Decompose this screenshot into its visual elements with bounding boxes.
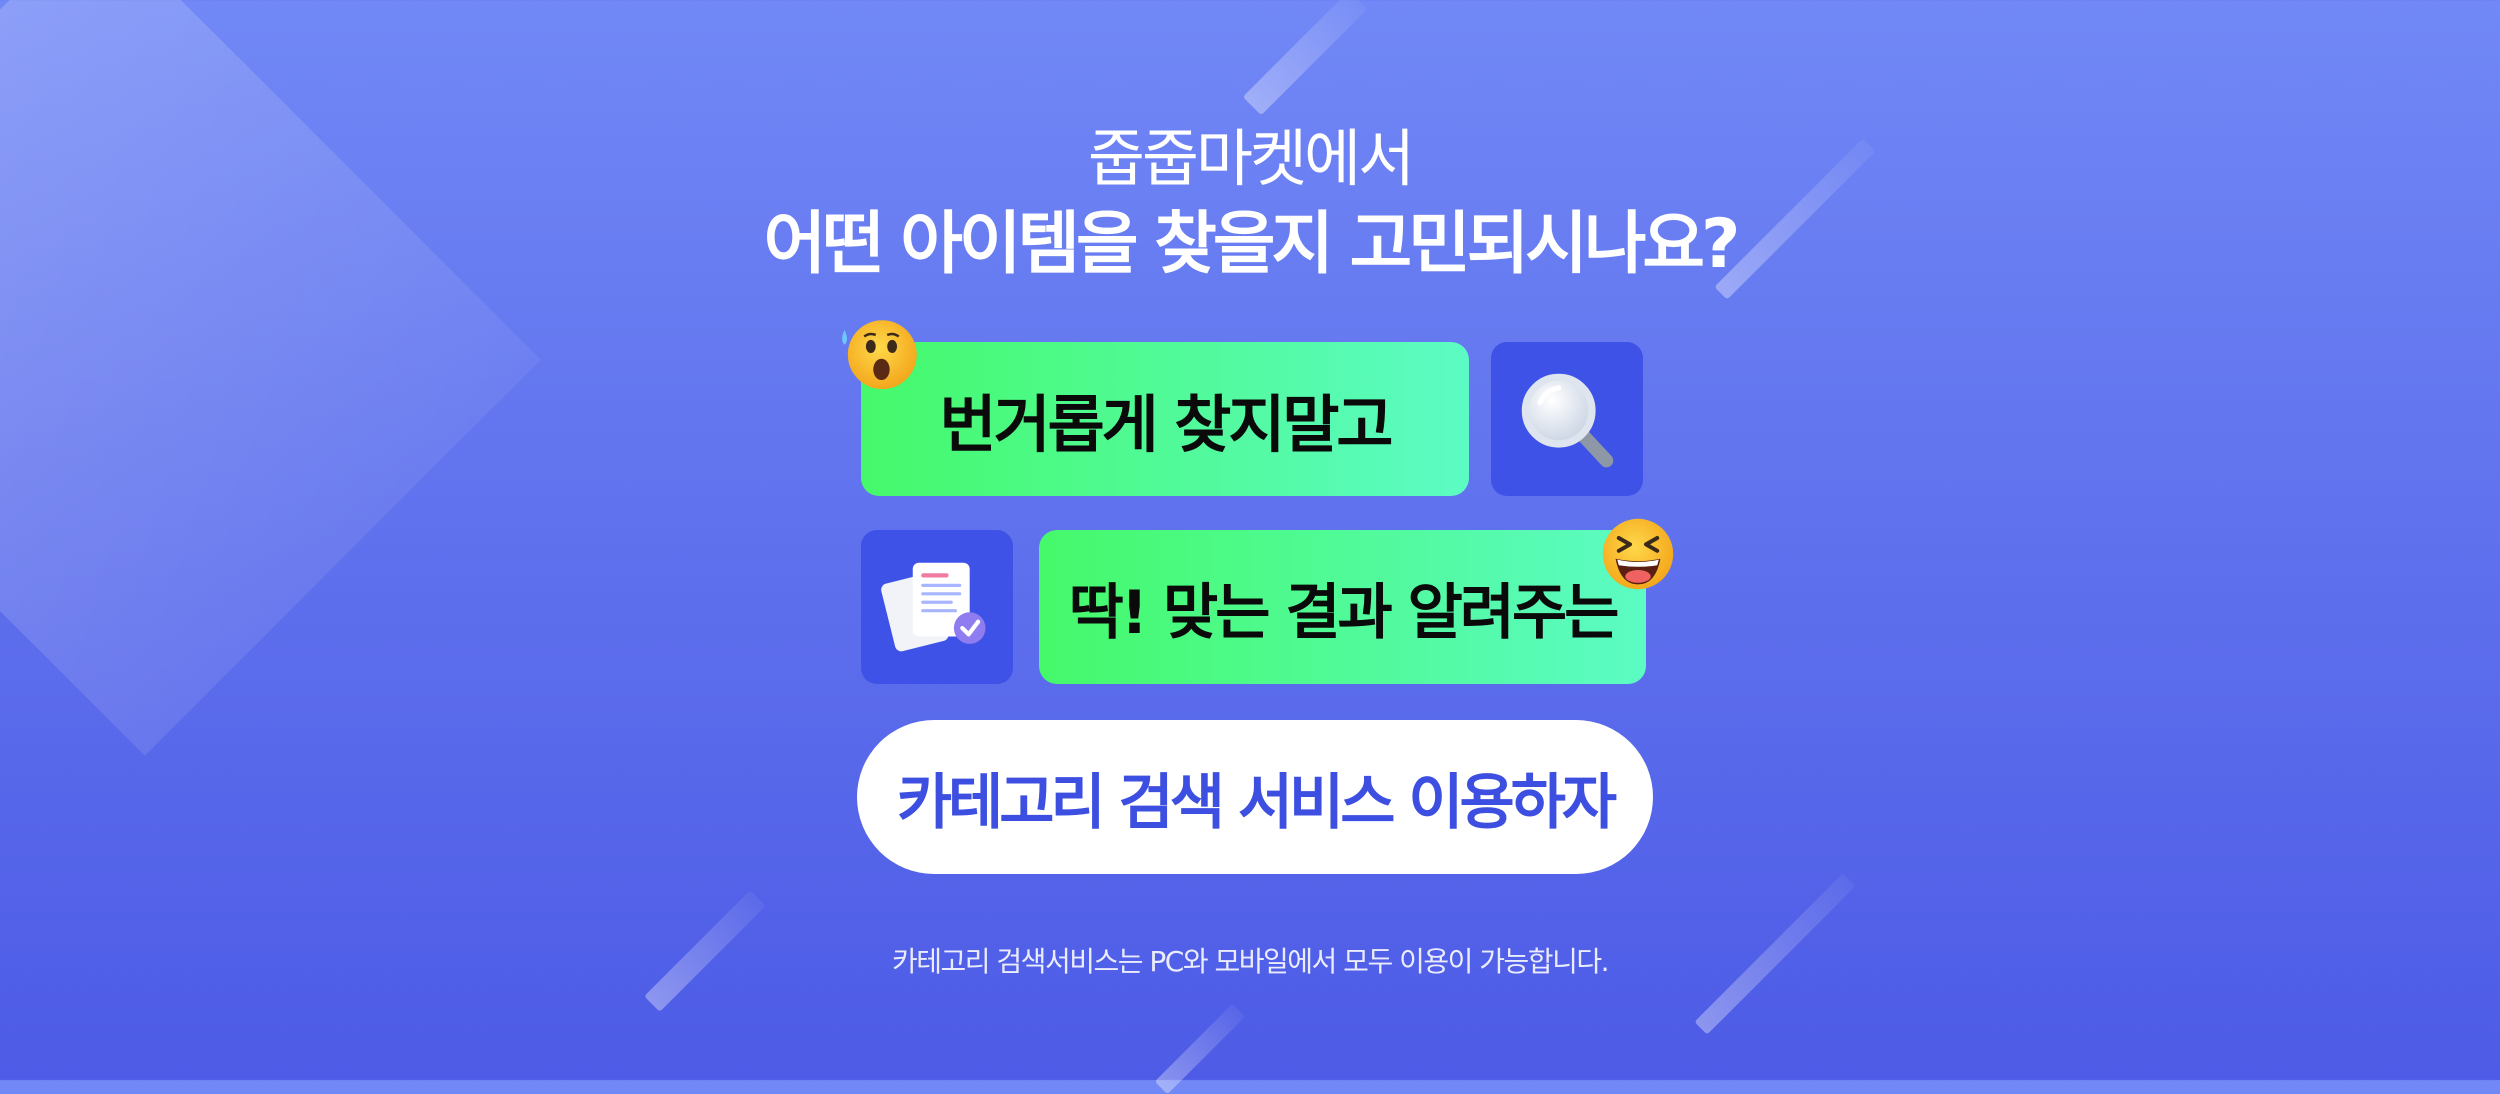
laughing-emoji-icon bbox=[1602, 518, 1674, 590]
heading-subtitle: 줍줍마켓에서 bbox=[1087, 122, 1415, 195]
bubble-exact-result-label: 딱! 맞는 결과 알려주는 bbox=[1068, 577, 1620, 648]
search-icon-box bbox=[1491, 342, 1643, 496]
cta-label: 카테고리 검색 서비스 이용하자 bbox=[896, 767, 1617, 838]
bubble-find-easily-label: 번거롭게 찾지말고 bbox=[939, 388, 1394, 461]
document-check-icon bbox=[881, 562, 986, 652]
shocked-emoji-icon bbox=[842, 320, 917, 390]
magnifier-icon bbox=[1521, 373, 1614, 468]
background-stripe bbox=[1154, 1003, 1246, 1094]
document-icon-box bbox=[861, 530, 1013, 684]
bubble-find-easily: 번거롭게 찾지말고 bbox=[861, 342, 1469, 496]
heading-title: 어떤 아이템을 찾을지 고민되시나요? bbox=[763, 205, 1741, 284]
background-stripe bbox=[1242, 0, 1368, 116]
category-search-cta-button[interactable]: 카테고리 검색 서비스 이용하자 bbox=[857, 720, 1653, 874]
footnote-text: 카테고리 검색서비스는 PC와 모바일에서 모두 이용이 가능합니다. bbox=[891, 945, 1610, 978]
bubble-exact-result: 딱! 맞는 결과 알려주는 bbox=[1039, 530, 1646, 684]
